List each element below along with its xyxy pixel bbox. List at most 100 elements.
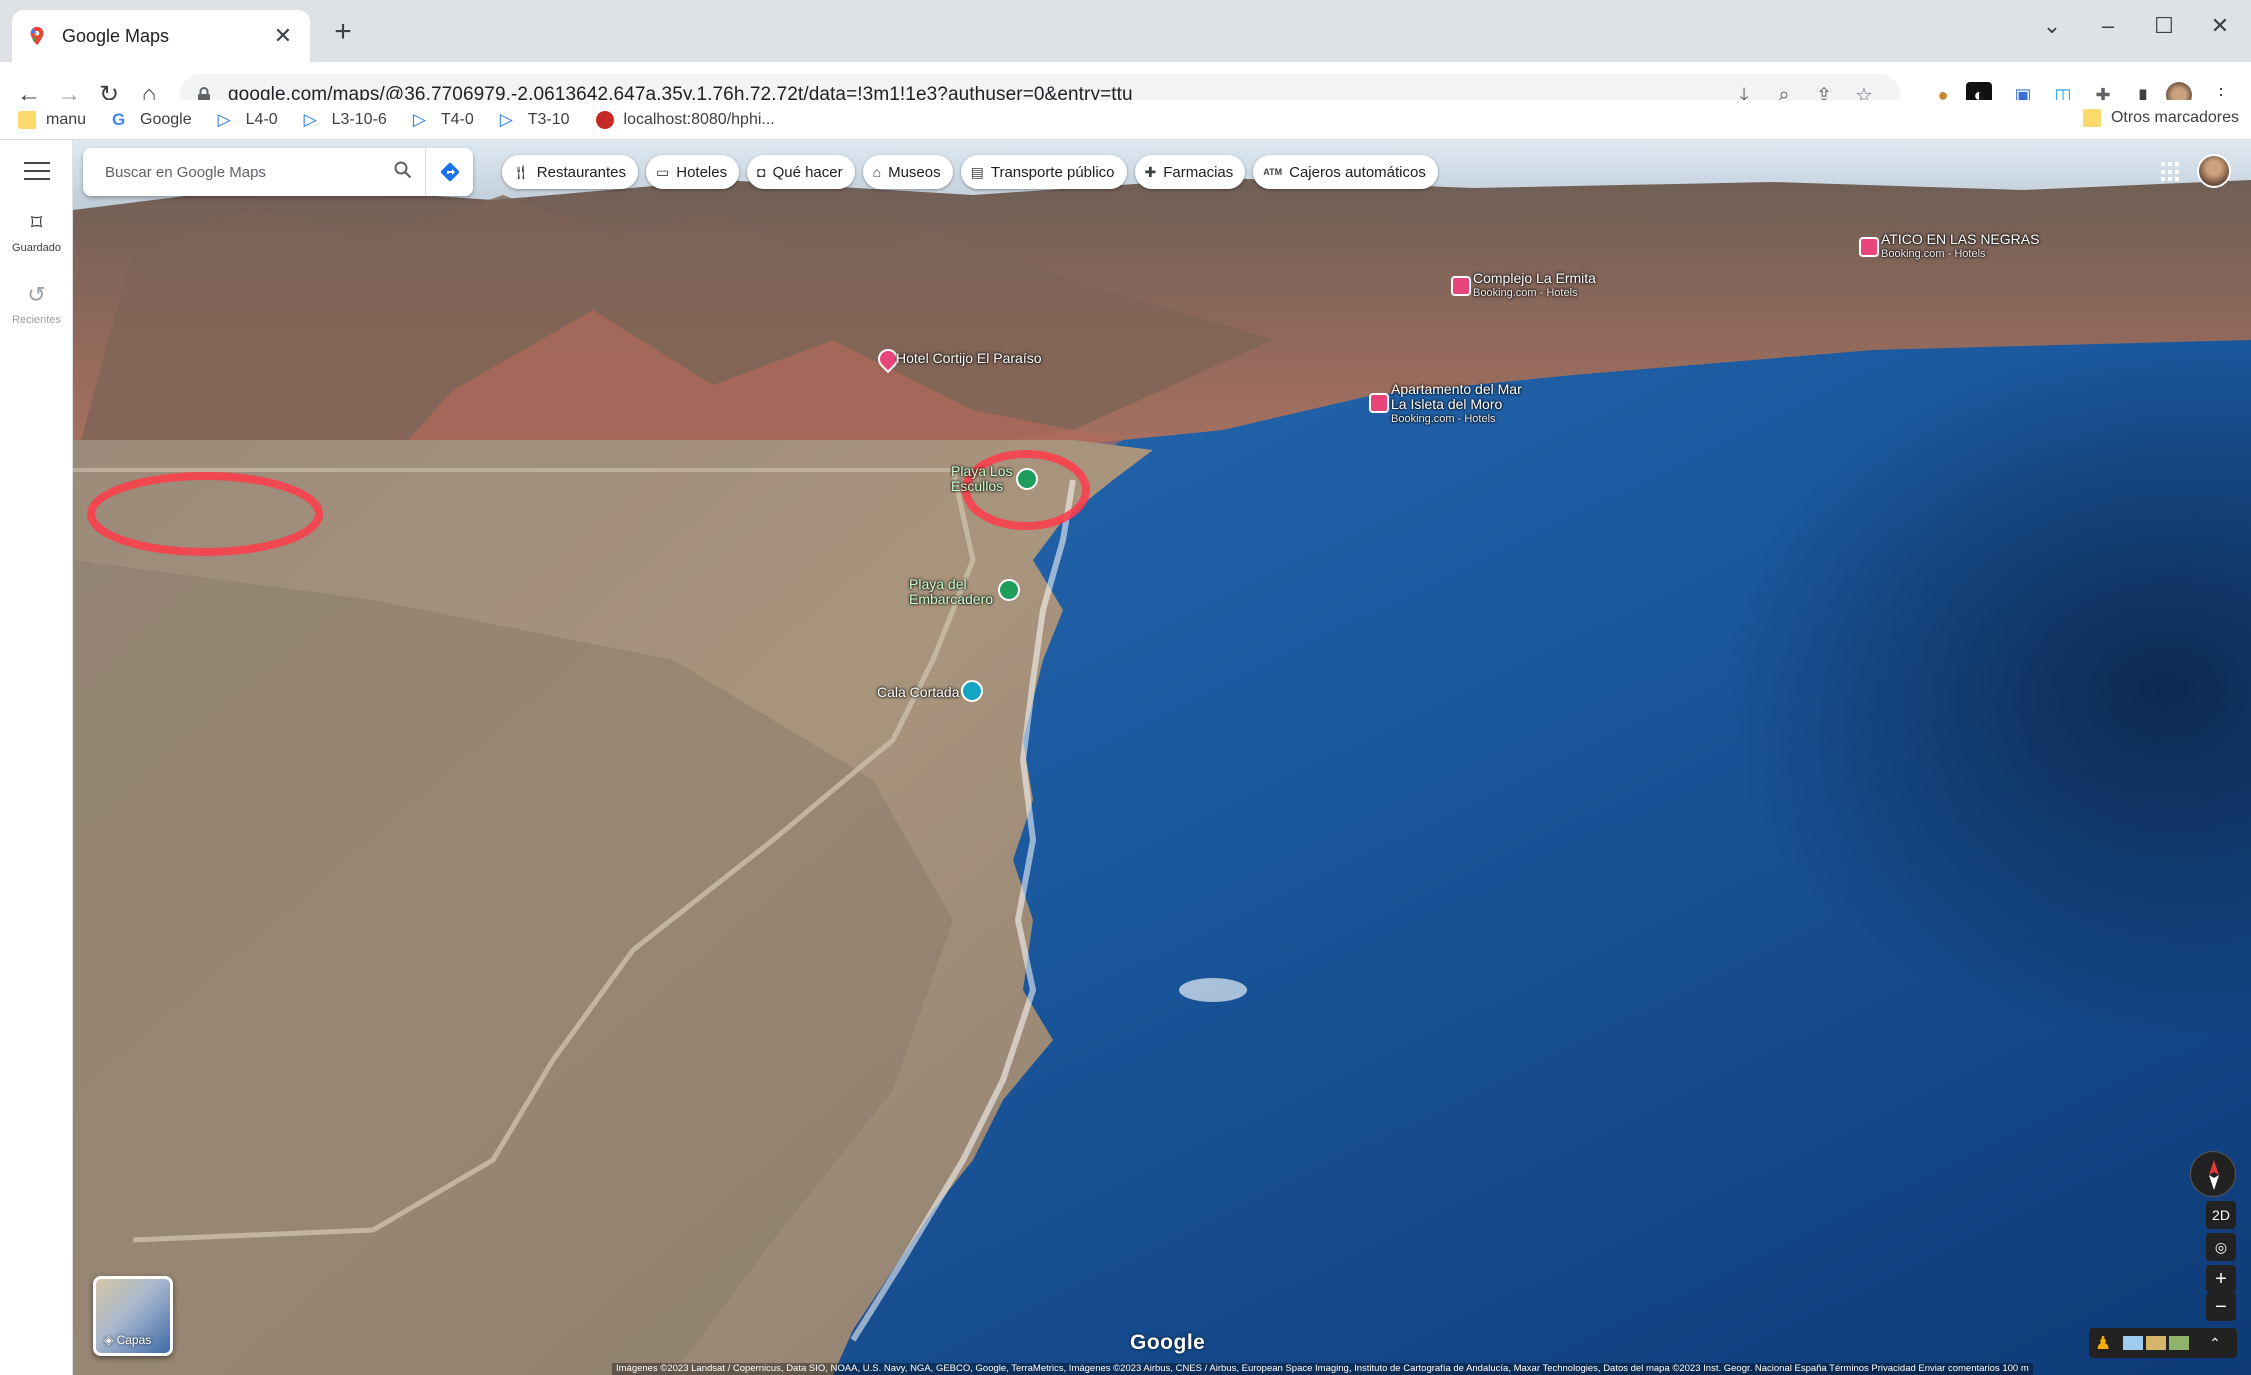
map-canvas[interactable]: ATICO EN LAS NEGRAS Booking.com - Hotels… [73,140,2251,1375]
bookmarks-bar: manu G Google ▷ L4-0 ▷ L3-10-6 ▷ T4-0 ▷ T3-10… [0,100,2251,140]
place-sub: Booking.com - Hotels [1881,248,1986,260]
other-bookmarks[interactable]: Otros marcadores [2082,109,2239,127]
bookmark-google[interactable]: G Google [112,110,192,129]
bookmark-label: T3-10 [527,110,570,128]
atm-icon: ATM [1263,167,1283,177]
directions-icon[interactable] [425,148,473,196]
recent-label: Recientes [12,314,61,326]
chip-transporte[interactable]: ▤ Transporte público [960,155,1127,189]
camera-icon: ◘ [757,164,766,180]
tab-search-icon[interactable]: ⌄ [2032,8,2072,44]
bookmark-label: Google [140,110,192,128]
maps-search-box[interactable]: Buscar en Google Maps [83,148,473,196]
new-tab-button[interactable]: + [326,16,360,50]
hotel-pin-icon[interactable] [1369,393,1389,413]
saved-button[interactable]: ⌑ Guardado [0,210,73,254]
place-name: Playa del [909,576,967,592]
place-label-embarcadero[interactable]: Playa del Embarcadero [909,577,993,607]
chip-hoteles[interactable]: ▭ Hoteles [646,155,740,189]
bookmark-l4-0[interactable]: ▷ L4-0 [218,110,278,129]
folder-icon [2082,109,2101,127]
category-chips: 🍴︎ Restaurantes ▭ Hoteles ◘ Qué hacer ⌂ Muse… [502,155,1446,189]
chip-label: Hoteles [676,163,728,181]
google-maps-icon [30,26,44,46]
search-icon[interactable] [381,161,425,184]
beach-pin-icon[interactable] [998,579,1020,601]
chip-farmacias[interactable]: ✚ Farmacias [1134,155,1246,189]
account-avatar[interactable] [2197,154,2231,188]
bookmark-localhost[interactable]: localhost:8080/hphi... [595,110,775,129]
bed-icon: ▭ [656,163,670,180]
museum-icon: ⌂ [872,164,882,180]
imagery-thumb-icon[interactable] [2146,1336,2167,1350]
place-name: Hotel Cortijo El Paraíso [896,350,1042,366]
bookmark-icon: ⌑ [30,210,43,235]
google-apps-icon[interactable] [2161,162,2181,182]
layers-text: Capas [116,1333,152,1347]
beach-pin-icon[interactable] [1016,468,1038,490]
search-input[interactable]: Buscar en Google Maps [83,164,381,181]
tilt-2d-button[interactable]: 2D [2206,1201,2236,1229]
place-label-apartamento[interactable]: Apartamento del Mar La Isleta del Moro B… [1391,382,1522,427]
hotel-pin-icon[interactable] [1859,237,1879,257]
chip-label: Farmacias [1163,163,1234,181]
compass-needle-icon [2209,1160,2219,1190]
layers-label: ◈ Capas [104,1333,152,1347]
place-label-cortijo[interactable]: Hotel Cortijo El Paraíso [896,351,1042,366]
satellite-3d-view [73,140,2251,1375]
imagery-thumb-icon[interactable] [2169,1336,2190,1350]
layers-button[interactable]: ◈ Capas [93,1276,173,1356]
close-window-button[interactable]: ✕ [2200,8,2240,44]
place-label-ermita[interactable]: Complejo La Ermita Booking.com - Hotels [1473,271,1596,301]
chip-label: Museos [888,163,941,181]
bookmark-t3-10[interactable]: ▷ T3-10 [500,110,570,129]
hotel-pin-icon[interactable] [1451,276,1471,296]
maximize-button[interactable]: ☐ [2144,8,2184,44]
minimize-button[interactable]: – [2088,8,2128,44]
bookmark-l3-10-6[interactable]: ▷ L3-10-6 [303,109,387,129]
bus-icon: ▤ [970,163,984,180]
tab-title: Google Maps [62,25,170,46]
recent-button[interactable]: ↺ Recientes [0,282,73,326]
my-location-icon[interactable]: ◎ [2206,1233,2236,1261]
bookmark-t4-0[interactable]: ▷ T4-0 [412,109,474,129]
chip-restaurantes[interactable]: 🍴︎ Restaurantes [502,155,638,189]
close-tab-icon[interactable]: ✕ [270,23,296,49]
menu-icon[interactable] [24,162,50,182]
bookmark-label: manu [46,110,87,128]
play-arrow-icon: ▷ [412,109,426,129]
chip-cajeros[interactable]: ATM Cajeros automáticos [1253,155,1438,189]
place-name: Escullos [951,478,1004,494]
chip-que-hacer[interactable]: ◘ Qué hacer [747,155,855,189]
bookmark-folder-manu[interactable]: manu [18,110,87,129]
map-attribution[interactable]: Imágenes ©2023 Landsat / Copernicus, Dat… [612,1363,2033,1375]
chip-label: Qué hacer [772,163,843,181]
pegman-icon[interactable]: ♟ [2095,1333,2111,1354]
place-label-cortada[interactable]: Cala Cortada [877,685,960,700]
place-label-atico[interactable]: ATICO EN LAS NEGRAS Booking.com - Hotels [1881,232,2039,262]
expand-icon[interactable]: ⌃ [2209,1335,2221,1352]
compass-control[interactable] [2190,1151,2236,1197]
camera-pin-icon[interactable] [961,680,983,702]
place-sub: Booking.com - Hotels [1473,287,1578,299]
zoom-in-button[interactable]: + [2206,1265,2236,1293]
imagery-thumb-icon[interactable] [2123,1336,2144,1350]
tab-strip: Google Maps ✕ + ⌄ – ☐ ✕ [0,0,2251,62]
place-sub: Booking.com - Hotels [1391,413,1496,425]
left-rail: ⌑ Guardado ↺ Recientes [0,140,73,1375]
bookmark-label: localhost:8080/hphi... [623,110,775,128]
play-arrow-icon: ▷ [303,109,317,129]
place-label-escullos[interactable]: Playa Los Escullos [951,464,1012,494]
other-bookmarks-label: Otros marcadores [2110,109,2239,126]
chip-museos[interactable]: ⌂ Museos [862,155,953,189]
zoom-out-button[interactable]: − [2206,1293,2236,1321]
folder-icon [18,110,36,129]
chip-label: Restaurantes [536,163,626,181]
chip-label: Transporte público [990,163,1115,181]
site-favicon-icon [595,110,614,129]
browser-tab[interactable]: Google Maps ✕ [12,10,310,62]
place-name: La Isleta del Moro [1391,396,1503,412]
bookmark-label: L4-0 [245,110,278,128]
place-name: Cala Cortada [877,684,960,700]
history-icon: ↺ [27,282,46,307]
